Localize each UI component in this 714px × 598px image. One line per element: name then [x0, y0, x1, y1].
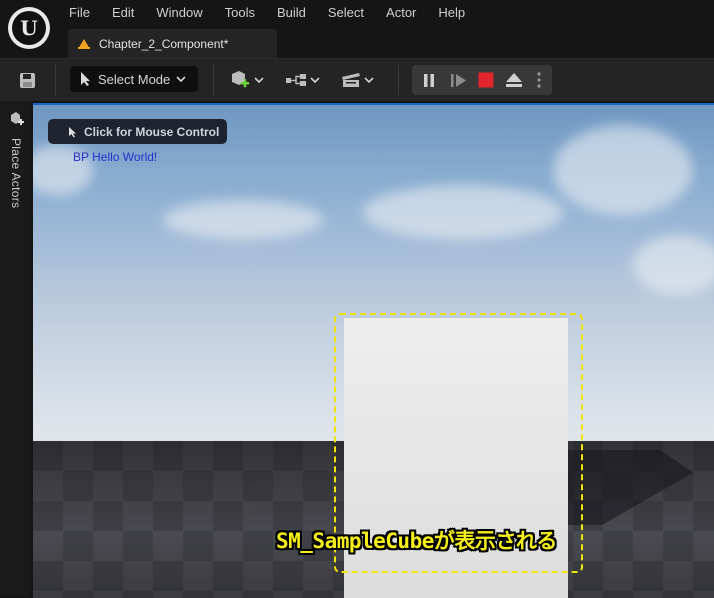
sky-cloud — [633, 235, 714, 295]
unreal-logo[interactable]: U — [8, 7, 50, 49]
pause-button[interactable] — [422, 68, 436, 92]
unreal-logo-icon: U — [12, 11, 46, 45]
select-mode-dropdown[interactable]: Select Mode — [70, 66, 198, 92]
level-tab-title: Chapter_2_Component* — [99, 36, 229, 51]
more-options-icon — [536, 71, 542, 89]
main-toolbar: Select Mode — [0, 58, 714, 101]
menu-file[interactable]: File — [58, 4, 101, 22]
mouse-control-button[interactable]: Click for Mouse Control — [48, 119, 227, 144]
menu-select[interactable]: Select — [317, 4, 375, 22]
main-menu: File Edit Window Tools Build Select Acto… — [58, 4, 476, 22]
stop-button[interactable] — [478, 68, 494, 92]
save-icon — [19, 72, 36, 89]
menu-build[interactable]: Build — [266, 4, 317, 22]
chevron-down-icon — [364, 77, 374, 83]
select-mode-icon — [79, 71, 93, 87]
stop-icon — [478, 72, 494, 88]
add-actor-icon — [229, 70, 251, 90]
chevron-down-icon — [176, 76, 186, 82]
blueprint-icon — [285, 73, 307, 87]
menu-window[interactable]: Window — [145, 4, 213, 22]
cinematics-button[interactable] — [341, 66, 374, 94]
menu-bar: U File Edit Window Tools Build Select Ac… — [0, 0, 714, 62]
chevron-down-icon — [254, 77, 264, 83]
skip-frame-button[interactable] — [450, 68, 468, 92]
eject-icon — [505, 72, 523, 88]
annotation-caption: SM_SampleCubeが表示される — [276, 529, 557, 553]
chevron-down-icon — [310, 77, 320, 83]
eject-button[interactable] — [505, 68, 523, 92]
select-mode-label: Select Mode — [98, 71, 171, 87]
pause-icon — [422, 73, 436, 88]
cursor-icon — [68, 126, 77, 138]
debug-print-message: BP Hello World! — [73, 150, 158, 164]
menu-actor[interactable]: Actor — [375, 4, 427, 22]
more-options-button[interactable] — [536, 68, 542, 92]
blueprint-button[interactable] — [285, 66, 320, 94]
sky-cloud — [163, 200, 323, 240]
toolbar-divider — [398, 65, 399, 95]
level-viewport[interactable]: Click for Mouse Control BP Hello World! … — [33, 103, 714, 598]
toolbar-divider — [55, 65, 56, 95]
sky-cloud — [363, 185, 563, 240]
play-controls — [412, 65, 552, 95]
menu-help[interactable]: Help — [427, 4, 476, 22]
place-actors-tab[interactable]: Place Actors — [9, 138, 23, 208]
level-tab[interactable]: Chapter_2_Component* — [68, 29, 277, 58]
toolbar-divider — [213, 65, 214, 95]
place-actors-icon[interactable] — [9, 111, 25, 127]
mouse-control-label: Click for Mouse Control — [84, 124, 220, 139]
sky-cloud — [553, 125, 693, 215]
level-icon — [77, 38, 91, 50]
menu-edit[interactable]: Edit — [101, 4, 145, 22]
cinematics-icon — [341, 72, 361, 88]
menu-tools[interactable]: Tools — [214, 4, 266, 22]
add-actor-button[interactable] — [229, 66, 264, 94]
save-button[interactable] — [19, 66, 36, 94]
skip-frame-icon — [450, 73, 468, 88]
